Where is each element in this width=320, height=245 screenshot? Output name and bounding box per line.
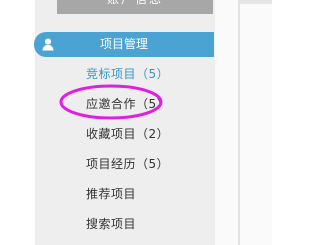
sidebar-item-count: （5）: [136, 67, 170, 81]
sidebar-item-recommended-projects[interactable]: 推荐项目: [86, 185, 136, 202]
sidebar-item-label: 应邀合作: [86, 97, 137, 111]
main-content-area: [215, 0, 272, 245]
sidebar-item-search-projects[interactable]: 搜索项目: [86, 215, 136, 232]
sidebar-item-count: （5）: [136, 97, 170, 111]
sidebar-item-count: （5）: [136, 157, 170, 171]
sidebar-item-favorite-projects[interactable]: 收藏项目（2）: [86, 125, 169, 142]
sidebar-item-bidding-projects[interactable]: 竞标项目（5）: [86, 65, 169, 82]
sidebar-item-project-experience[interactable]: 项目经历（5）: [86, 155, 169, 172]
sidebar-item-label: 项目经历: [86, 157, 137, 171]
content-top-border: [240, 0, 272, 4]
page-background: [0, 0, 35, 245]
section-header-project-management[interactable]: 项目管理: [34, 32, 214, 57]
sidebar-item-label: 搜索项目: [86, 217, 137, 231]
account-info-header[interactable]: 账户信息: [57, 0, 213, 14]
sidebar-item-invited-cooperation[interactable]: 应邀合作（5）: [86, 95, 169, 112]
sidebar-item-label: 竞标项目: [86, 67, 137, 81]
user-icon: [42, 38, 54, 51]
sidebar-item-label: 收藏项目: [86, 127, 137, 141]
sidebar-item-label: 推荐项目: [86, 187, 137, 201]
sidebar-item-count: （2）: [136, 127, 170, 141]
section-header-label: 项目管理: [100, 37, 149, 51]
content-divider: [238, 0, 240, 245]
